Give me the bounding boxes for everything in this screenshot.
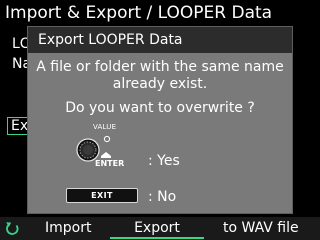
enter-label: ENTER [95,159,125,168]
tab-to-wav-file[interactable]: to WAV file [223,219,299,237]
value-knob-enter-button[interactable]: VALUE ENTER [68,119,138,171]
no-option-label: : No [148,189,177,205]
exit-button[interactable]: EXIT [66,188,138,203]
dialog-title: Export LOOPER Data [38,32,183,48]
bottom-tab-bar: Import Export to WAV file [0,217,320,240]
dialog-message-line2: already exist. [112,76,208,92]
dialog-question: Do you want to overwrite ? [65,100,255,116]
dialog-header: Export LOOPER Data [28,27,292,53]
overwrite-dialog: Export LOOPER Data A file or folder with… [27,26,293,214]
dialog-message-line1: A file or folder with the same name [36,59,284,75]
tab-export[interactable]: Export [110,219,204,239]
tab-import[interactable]: Import [45,219,91,237]
looper-screen: Import & Export / LOOPER Data LC Na Ex E… [0,0,320,240]
back-arrow-icon[interactable] [4,219,20,237]
yes-option-label: : Yes [148,153,180,169]
background-export-button[interactable]: Ex [7,117,29,135]
page-title: Import & Export / LOOPER Data [5,3,273,23]
